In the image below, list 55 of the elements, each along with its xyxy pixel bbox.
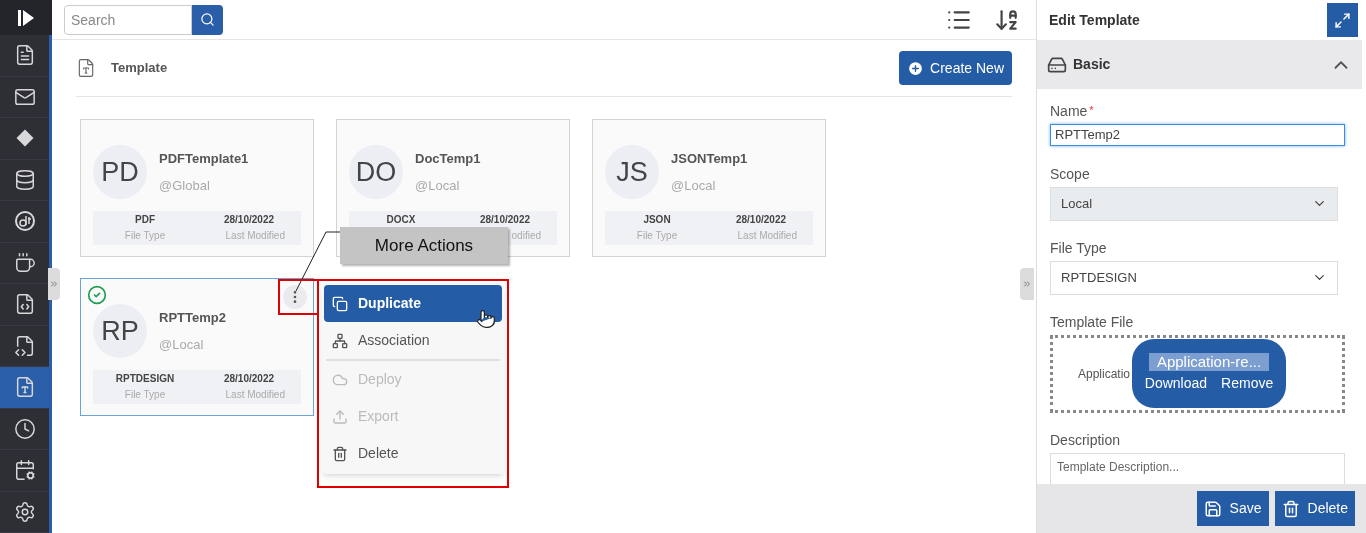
- file-type-value: RPTDESIGN: [115, 372, 175, 386]
- avatar-initials: JS: [605, 145, 659, 199]
- remove-link[interactable]: Remove: [1221, 373, 1274, 394]
- menu-item[interactable]: Delete: [324, 435, 502, 472]
- modified-label: Last Modified: [225, 229, 285, 243]
- template-scope: @Global: [159, 176, 211, 195]
- avatar-initials: RP: [93, 304, 147, 358]
- file-type-value: JSON: [643, 213, 671, 227]
- section-header[interactable]: Basic: [1037, 40, 1362, 89]
- create-new-button[interactable]: Create New: [899, 51, 1012, 85]
- description-field[interactable]: Template Description...: [1050, 452, 1345, 484]
- save-button[interactable]: Save: [1196, 491, 1269, 526]
- file-type-value: DOCX: [386, 213, 416, 227]
- delete-button[interactable]: Delete: [1274, 491, 1355, 526]
- modified-label: Last Modified: [225, 388, 285, 402]
- template-name: JSONTemp1: [671, 150, 748, 168]
- template-scope: @Local: [159, 335, 205, 354]
- template-scope: @Local: [671, 176, 717, 195]
- modified-date: 28/10/2022: [223, 372, 275, 386]
- field-label: File Type: [1050, 240, 1108, 256]
- file-drop-zone[interactable]: Applicatio Application-re... Download Remove: [1050, 334, 1345, 413]
- required-marker: *: [1089, 104, 1094, 116]
- avatar-initials: DO: [349, 145, 403, 199]
- field-label: Scope: [1050, 166, 1091, 182]
- modified-label: Last Modified: [737, 229, 797, 243]
- template-name: DocTemp1: [415, 150, 481, 168]
- file-type-value: PDF: [135, 213, 155, 227]
- template-name: RPTTemp2: [159, 309, 226, 327]
- file-name: Applicatio: [1078, 365, 1131, 383]
- field-label: Name: [1050, 104, 1088, 119]
- field-label: Description: [1050, 432, 1122, 448]
- panel-title: Edit Template: [1049, 10, 1140, 30]
- modified-date: 28/10/2022: [735, 213, 787, 227]
- search-field[interactable]: Search: [64, 4, 192, 35]
- modified-label: odified: [511, 229, 541, 243]
- menu-item[interactable]: Duplicate: [324, 285, 502, 322]
- template-card[interactable]: PD PDFTemplate1 @Global PDF File Type 28/10/2022 Last Modified: [80, 119, 314, 257]
- file-name-label: Application-re...: [1148, 353, 1270, 371]
- page-title: Template: [111, 59, 168, 78]
- field-label: Template File: [1050, 314, 1135, 330]
- modified-date: 28/10/2022: [223, 213, 275, 227]
- download-link[interactable]: Download: [1144, 373, 1208, 394]
- template-scope: @Local: [415, 176, 461, 195]
- file-type-label: File Type: [636, 229, 678, 243]
- menu-item[interactable]: Association: [324, 322, 502, 359]
- template-name: PDFTemplate1: [159, 150, 249, 168]
- modified-date: 28/10/2022: [479, 213, 531, 227]
- avatar-initials: PD: [93, 145, 147, 199]
- template-card[interactable]: JS JSONTemp1 @Local JSON File Type 28/10/2022 Last Modified: [592, 119, 826, 257]
- name-input[interactable]: RPTTemp2: [1050, 124, 1345, 146]
- more-actions-tooltip: More Actions: [340, 227, 508, 264]
- file-type-select[interactable]: RPTDESIGN: [1050, 260, 1338, 295]
- template-card[interactable]: RP RPTTemp2 @Local RPTDESIGN File Type 28/10/2022 Last Modified: [80, 278, 314, 416]
- file-type-label: File Type: [124, 388, 166, 402]
- file-type-label: File Type: [124, 229, 166, 243]
